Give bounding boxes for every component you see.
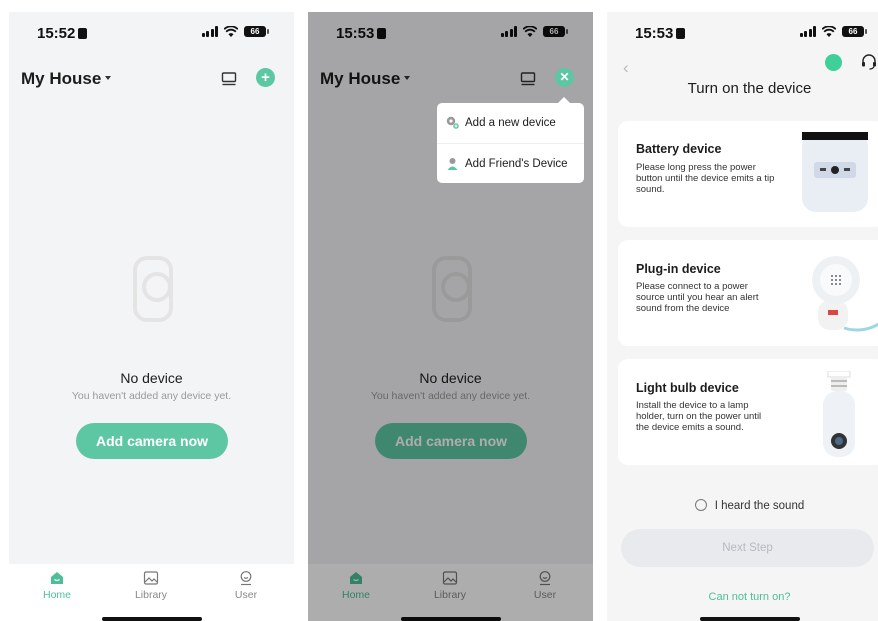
menu-item-add-device[interactable]: Add a new device [437,103,584,143]
status-bar: 15:53 66 [607,12,878,56]
signal-icon [799,26,816,37]
friend-icon [447,158,458,170]
turn-on-screen: 15:53 66 ‹ Turn on the device Battery de… [607,12,878,621]
card-title: Plug-in device [636,262,721,276]
menu-item-add-friend[interactable]: Add Friend's Device [437,143,584,183]
add-icon[interactable]: + [256,68,275,87]
status-time: 15:52 [37,25,88,42]
wifi-icon [224,26,238,37]
card-desc: Install the device to a lamp holder, tur… [636,400,762,433]
camera-placeholder-icon [133,256,173,322]
empty-title: No device [120,370,183,386]
user-icon [240,571,252,586]
caret-down-icon [105,76,112,80]
wifi-icon [822,26,836,37]
tab-library[interactable]: Library [121,570,181,601]
card-title: Battery device [636,142,722,156]
back-icon[interactable]: ‹ [623,58,629,78]
image-icon [143,571,159,585]
heard-sound-radio[interactable]: I heard the sound [607,499,878,512]
status-bar: 15:52 66 [9,12,294,56]
card-desc: Please connect to a power source until y… [636,281,759,314]
battery-icon: 66 [244,26,269,37]
battery-icon: 66 [842,26,867,37]
status-time: 15:53 [635,25,686,42]
card-plugin-device[interactable]: Plug-in device Please connect to a power… [618,240,878,346]
monitor-icon[interactable] [221,71,237,87]
tab-bar: Home Library User [9,564,294,621]
cant-turn-on-link[interactable]: Can not turn on? [607,591,878,603]
card-desc: Please long press the power button until… [636,162,775,195]
page-title: Turn on the device [687,80,812,97]
add-menu: Add a new device Add Friend's Device [437,97,584,183]
home-screen-menu: 15:53 66 My House No device You haven't … [308,12,593,621]
battery-camera-image [802,132,868,212]
status-icons: 66 [201,26,269,37]
signal-icon [201,26,218,37]
home-screen: 15:52 66 My House + No device You haven'… [9,12,294,621]
status-icons: 66 [799,26,867,37]
add-device-icon [446,116,459,129]
headset-icon[interactable] [860,53,878,71]
home-indicator [700,617,800,621]
lightbulb-camera-image [823,371,855,457]
add-camera-button[interactable]: Add camera now [76,423,228,459]
plugin-camera-image [812,256,878,332]
tab-home[interactable]: Home [27,570,87,601]
card-title: Light bulb device [636,381,739,395]
app-logo-icon[interactable] [825,54,842,71]
close-icon[interactable]: ✕ [555,68,574,87]
home-icon [51,572,63,584]
card-battery-device[interactable]: Battery device Please long press the pow… [618,121,878,227]
next-step-button[interactable]: Next Step [621,529,874,567]
tab-user[interactable]: User [216,570,276,601]
card-lightbulb-device[interactable]: Light bulb device Install the device to … [618,359,878,465]
empty-subtitle: You haven't added any device yet. [71,390,232,402]
radio-icon [694,499,707,511]
home-indicator [102,617,202,621]
house-selector[interactable]: My House [21,69,112,89]
